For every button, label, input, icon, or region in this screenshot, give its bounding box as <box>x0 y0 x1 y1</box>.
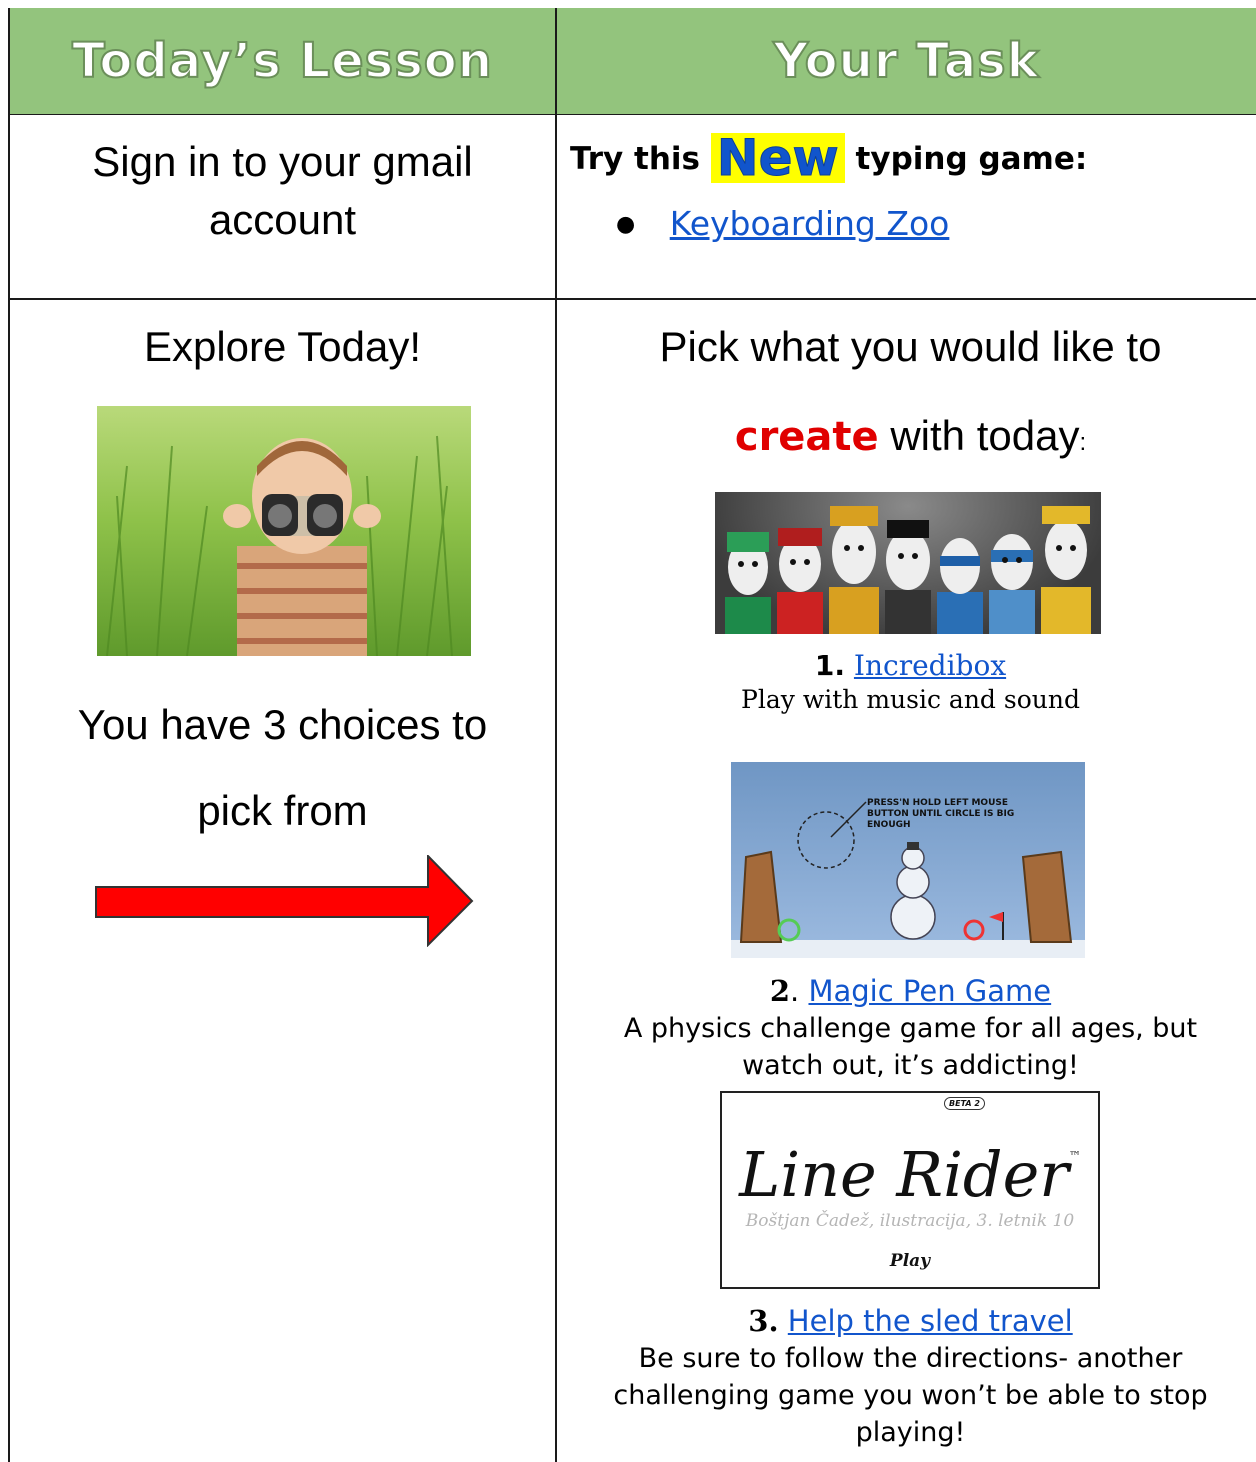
right-arrow-icon <box>95 855 474 947</box>
explore-today-title: Explore Today! <box>143 323 422 370</box>
table-divider-row1 <box>8 298 1256 300</box>
line-rider-title: Line Rider™ <box>722 1121 1098 1210</box>
header-lesson-title: Today’s Lesson <box>71 32 493 90</box>
with-today-text: with today <box>890 412 1080 459</box>
sled-travel-description-line3: playing! <box>855 1417 966 1448</box>
incredibox-item: 1. Incredibox Play with music and sound <box>565 648 1256 716</box>
typing-game-intro: Try this New typing game: <box>570 128 1250 190</box>
typing-game-text: typing game: <box>855 141 1088 177</box>
choices-text-block: You have 3 choices to pick from <box>20 682 545 854</box>
explore-title-cell: Explore Today! <box>20 318 545 376</box>
item2-separator: . <box>790 974 800 1008</box>
sled-travel-description-line1: Be sure to follow the directions- anothe… <box>638 1343 1183 1374</box>
boy-binoculars-photo <box>97 406 471 656</box>
sign-in-text: Sign in to your gmail account <box>92 138 473 243</box>
magic-pen-description-line2: watch out, it’s addicting! <box>742 1050 1079 1081</box>
line-rider-title-text: Line Rider <box>739 1138 1069 1211</box>
header-cell-lesson: Today’s Lesson <box>10 8 555 114</box>
keyboarding-zoo-list-item: ● Keyboarding Zoo <box>570 202 1250 247</box>
incredibox-link[interactable]: Incredibox <box>854 649 1006 682</box>
line-rider-trademark: ™ <box>1068 1149 1081 1163</box>
magic-pen-image[interactable]: PRESS'N HOLD LEFT MOUSE BUTTON UNTIL CIR… <box>731 762 1085 958</box>
line-rider-beta-badge: BETA 2 <box>944 1097 985 1110</box>
with-today-colon: : <box>1079 429 1087 456</box>
choices-text-line2: pick from <box>197 787 368 834</box>
line-rider-image[interactable]: Line Rider™ BETA 2 Boštjan Čadež, ilustr… <box>720 1091 1100 1289</box>
magic-pen-illustration <box>731 801 1085 958</box>
sled-travel-description-line2: challenging game you won’t be able to st… <box>613 1380 1208 1411</box>
incredibox-characters-illustration <box>725 506 1091 634</box>
row1-task-cell: Try this New typing game: ● Keyboarding … <box>570 128 1250 247</box>
pick-intro-text: Pick what you would like to <box>659 323 1162 370</box>
keyboarding-zoo-link[interactable]: Keyboarding Zoo <box>670 204 950 243</box>
magic-pen-description-line1: A physics challenge game for all ages, b… <box>623 1013 1198 1044</box>
header-cell-task: Your Task <box>557 8 1256 114</box>
table-divider-column <box>555 8 557 1462</box>
incredibox-image[interactable] <box>715 492 1101 634</box>
create-word: create <box>734 414 879 460</box>
line-rider-credit: Boštjan Čadež, ilustracija, 3. letnik 10 <box>745 1211 1075 1231</box>
magic-pen-link[interactable]: Magic Pen Game <box>808 974 1051 1008</box>
header-task-title: Your Task <box>772 32 1040 90</box>
magic-pen-item: 2. Magic Pen Game A physics challenge ga… <box>565 972 1256 1084</box>
item2-number: 2 <box>769 974 791 1008</box>
item3-number: 3. <box>748 1304 779 1338</box>
try-this-text: Try this <box>570 141 700 177</box>
magic-pen-instruction: PRESS'N HOLD LEFT MOUSE BUTTON UNTIL CIR… <box>867 798 1015 830</box>
new-badge: New <box>710 133 845 184</box>
boy-binoculars-illustration <box>106 435 453 656</box>
table-border-left <box>8 8 10 1462</box>
incredibox-description: Play with music and sound <box>741 685 1080 714</box>
sled-travel-link[interactable]: Help the sled travel <box>788 1304 1073 1338</box>
pick-intro-line1: Pick what you would like to <box>565 318 1256 376</box>
row1-lesson-cell: Sign in to your gmail account <box>20 133 545 249</box>
sled-travel-item: 3. Help the sled travel Be sure to follo… <box>565 1302 1256 1451</box>
item1-number: 1. <box>814 649 846 682</box>
pick-intro-line2: create with today: <box>565 407 1256 472</box>
bullet-icon: ● <box>616 212 636 237</box>
choices-text-line1: You have 3 choices to <box>77 701 488 748</box>
line-rider-play-button[interactable]: Play <box>722 1251 1098 1271</box>
